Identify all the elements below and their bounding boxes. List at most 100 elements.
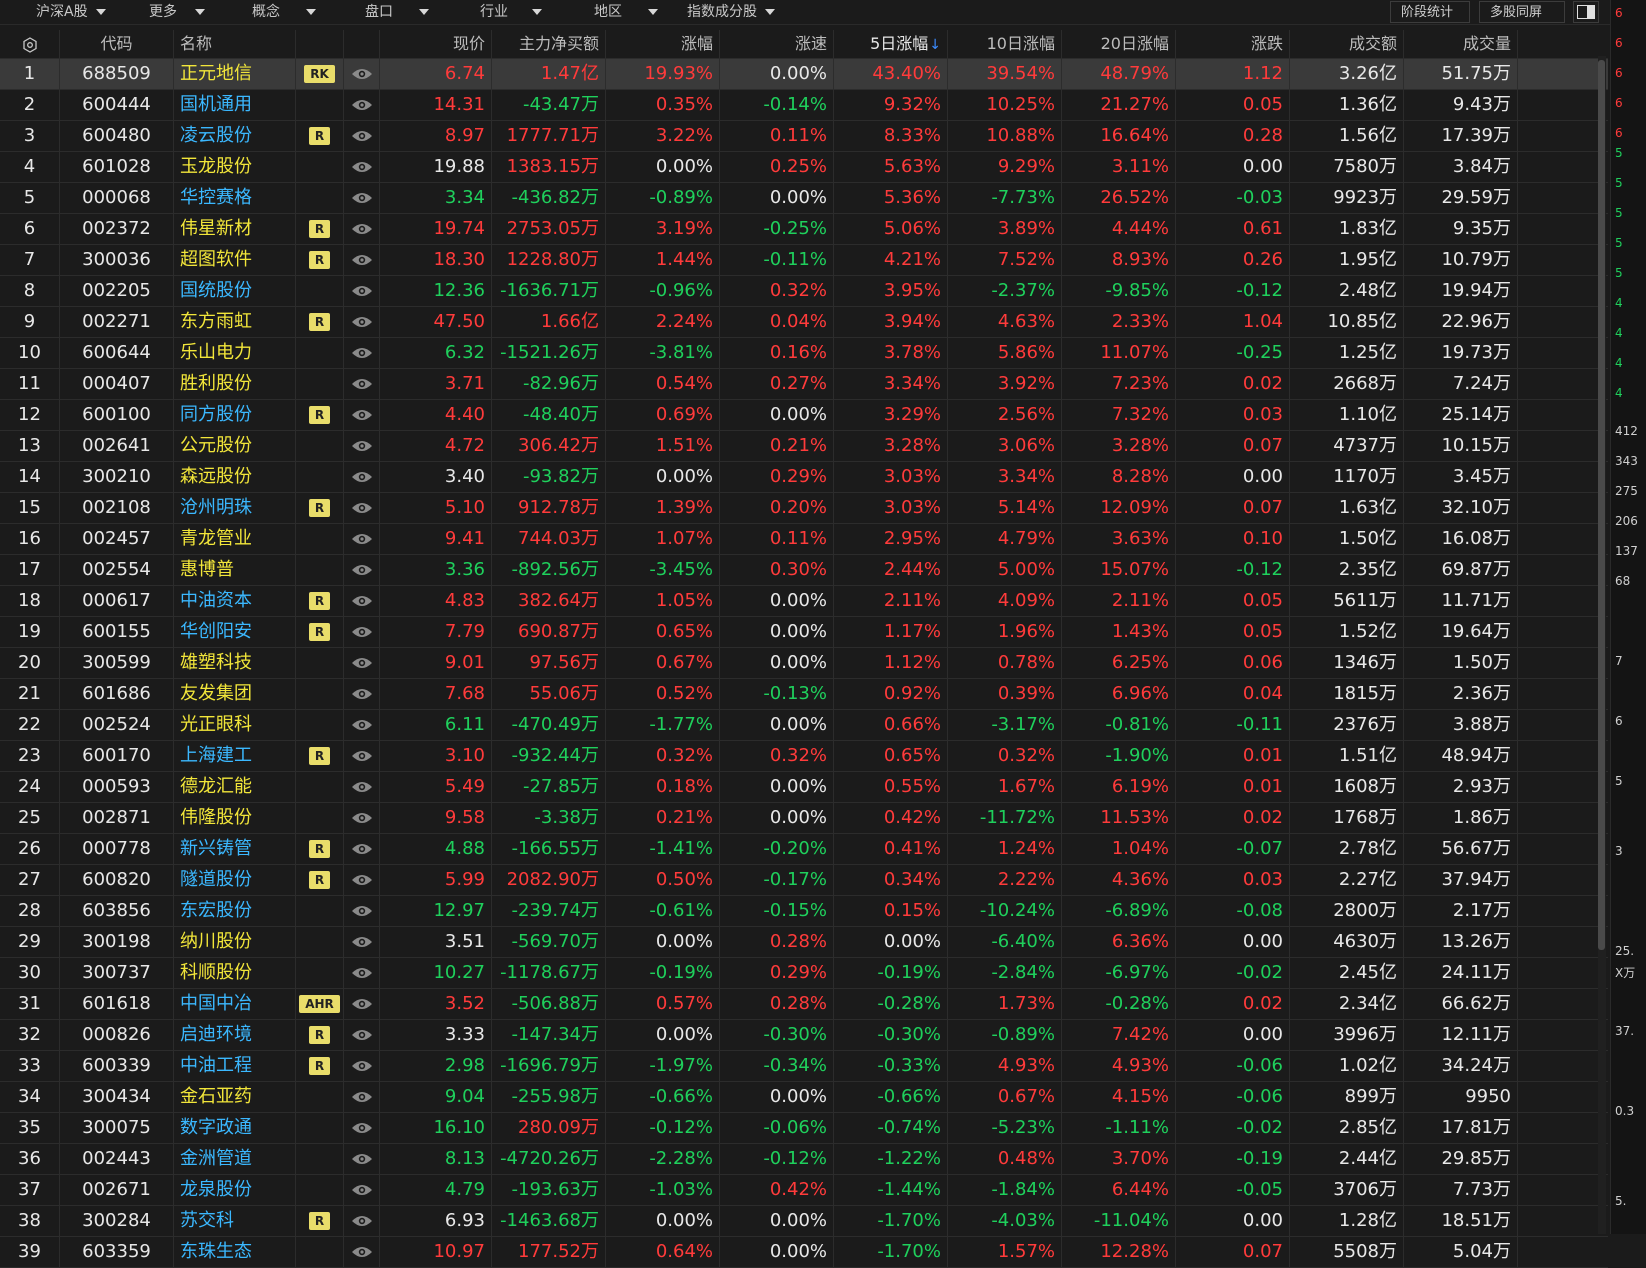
table-row[interactable]: 10 600644 乐山电力 6.32 -1521.26万 -3.81% 0.16% 3.78… (0, 338, 1608, 369)
table-row[interactable]: 37 002671 龙泉股份 4.79 -193.63万 -1.03% 0.42% -1.44… (0, 1175, 1608, 1206)
table-row[interactable]: 9 002271 东方雨虹 47.50 1.66亿 2.24% 0.04% 3.94% 4.63… (0, 307, 1608, 338)
eye-icon[interactable] (351, 1152, 373, 1166)
region-dropdown[interactable]: 地区 (594, 0, 658, 24)
table-row[interactable]: 14 300210 森远股份 3.40 -93.82万 0.00% 0.29% 3.03% 3.… (0, 462, 1608, 493)
eye-icon[interactable] (351, 1028, 373, 1042)
table-row[interactable]: 11 000407 胜利股份 3.71 -82.96万 0.54% 0.27% 3.34% 3.… (0, 369, 1608, 400)
eye-icon[interactable] (351, 842, 373, 856)
header-10day-change[interactable]: 10日涨幅 (948, 30, 1062, 58)
margin-badge[interactable]: R (308, 1212, 331, 1230)
table-row[interactable]: 24 000593 德龙汇能 5.49 -27.85万 0.18% 0.00% 0.55% 1.… (0, 772, 1608, 803)
concept-dropdown[interactable]: 概念 (252, 0, 316, 24)
eye-icon[interactable] (351, 594, 373, 608)
table-row[interactable]: 29 300198 纳川股份 3.51 -569.70万 0.00% 0.28% 0.00% -… (0, 927, 1608, 958)
eye-icon[interactable] (351, 811, 373, 825)
table-row[interactable]: 3 600480 凌云股份 8.97 1777.71万 3.22% 0.11% 8.33% 10… (0, 121, 1608, 152)
eye-icon[interactable] (351, 656, 373, 670)
header-main-net-buy[interactable]: 主力净买额 (492, 30, 606, 58)
toggle-side-panel-button[interactable] (1573, 1, 1599, 23)
eye-icon[interactable] (351, 1059, 373, 1073)
eye-icon[interactable] (351, 284, 373, 298)
margin-badge[interactable]: R (308, 313, 331, 331)
table-row[interactable]: 27 600820 隧道股份 5.99 2082.90万 0.50% -0.17% 0.34%… (0, 865, 1608, 896)
header-5day-change[interactable]: 5日涨幅↓ (834, 30, 948, 58)
margin-badge[interactable]: AHR (299, 995, 340, 1013)
eye-icon[interactable] (351, 780, 373, 794)
eye-icon[interactable] (351, 160, 373, 174)
market-data-dropdown[interactable]: 盘口 (365, 0, 429, 24)
eye-icon[interactable] (351, 966, 373, 980)
column-settings-icon[interactable] (0, 30, 60, 58)
margin-badge[interactable]: R (308, 623, 331, 641)
table-row[interactable]: 36 002443 金洲管道 8.13 -4720.26万 -2.28% -0.12% -1.… (0, 1144, 1608, 1175)
table-row[interactable]: 8 002205 国统股份 12.36 -1636.71万 -0.96% 0.32% 3.95… (0, 276, 1608, 307)
table-row[interactable]: 4 601028 玉龙股份 19.88 1383.15万 0.00% 0.25% 5.63% 9… (0, 152, 1608, 183)
eye-icon[interactable] (351, 1121, 373, 1135)
multi-stock-view-button[interactable]: 多股同屏 (1479, 1, 1565, 23)
eye-icon[interactable] (351, 718, 373, 732)
header-code[interactable]: 代码 (60, 30, 174, 58)
eye-icon[interactable] (351, 1214, 373, 1228)
margin-badge[interactable]: R (308, 127, 331, 145)
header-volume[interactable]: 成交量 (1404, 30, 1518, 58)
eye-icon[interactable] (351, 377, 373, 391)
market-dropdown[interactable]: 沪深A股 (36, 0, 106, 24)
header-speed[interactable]: 涨速 (720, 30, 834, 58)
eye-icon[interactable] (351, 315, 373, 329)
table-row[interactable]: 20 300599 雄塑科技 9.01 97.56万 0.67% 0.00% 1.12% 0.7… (0, 648, 1608, 679)
table-row[interactable]: 34 300434 金石亚药 9.04 -255.98万 -0.66% 0.00% -0.66… (0, 1082, 1608, 1113)
margin-badge[interactable]: R (308, 747, 331, 765)
eye-icon[interactable] (351, 997, 373, 1011)
index-component-dropdown[interactable]: 指数成分股 (687, 0, 775, 24)
header-turnover[interactable]: 成交额 (1290, 30, 1404, 58)
margin-badge[interactable]: R (308, 251, 331, 269)
header-price[interactable]: 现价 (380, 30, 492, 58)
margin-badge[interactable]: R (308, 592, 331, 610)
table-row[interactable]: 6 002372 伟星新材 19.74 2753.05万 3.19% -0.25% 5.06%… (0, 214, 1608, 245)
eye-icon[interactable] (351, 1245, 373, 1259)
table-row[interactable]: 17 002554 惠博普 3.36 -892.56万 -3.45% 0.30% 2.44% 5… (0, 555, 1608, 586)
table-row[interactable]: 33 600339 中油工程 2.98 -1696.79万 -1.97% -0.34% -0.… (0, 1051, 1608, 1082)
table-row[interactable]: 21 601686 友发集团 7.68 55.06万 0.52% -0.13% 0.92% 0.… (0, 679, 1608, 710)
eye-icon[interactable] (351, 935, 373, 949)
table-row[interactable]: 7 300036 超图软件 18.30 1228.80万 1.44% -0.11% 4.21%… (0, 245, 1608, 276)
industry-dropdown[interactable]: 行业 (480, 0, 542, 24)
table-row[interactable]: 2 600444 国机通用 14.31 -43.47万 0.35% -0.14% 9.32% 1… (0, 90, 1608, 121)
eye-icon[interactable] (351, 253, 373, 267)
header-change-amount[interactable]: 涨跌 (1176, 30, 1290, 58)
eye-icon[interactable] (351, 129, 373, 143)
eye-icon[interactable] (351, 687, 373, 701)
eye-icon[interactable] (351, 408, 373, 422)
margin-badge[interactable]: R (308, 871, 331, 889)
table-row[interactable]: 1 688509 正元地信 6.74 1.47亿 19.93% 0.00% 43.40% 39.… (0, 59, 1608, 90)
table-row[interactable]: 38 300284 苏交科 6.93 -1463.68万 0.00% 0.00% -1.70%… (0, 1206, 1608, 1237)
header-change-pct[interactable]: 涨幅 (606, 30, 720, 58)
table-row[interactable]: 25 002871 伟隆股份 9.58 -3.38万 0.21% 0.00% 0.42% -11… (0, 803, 1608, 834)
eye-icon[interactable] (351, 67, 373, 81)
table-row[interactable]: 19 600155 华创阳安 7.79 690.87万 0.65% 0.00% 1.17% 1.… (0, 617, 1608, 648)
eye-icon[interactable] (351, 749, 373, 763)
eye-icon[interactable] (351, 563, 373, 577)
header-name[interactable]: 名称 (174, 30, 296, 58)
eye-icon[interactable] (351, 191, 373, 205)
margin-badge[interactable]: R (308, 220, 331, 238)
table-row[interactable]: 31 601618 中国中冶 3.52 -506.88万 0.57% 0.28% -0.28%… (0, 989, 1608, 1020)
eye-icon[interactable] (351, 532, 373, 546)
more-dropdown[interactable]: 更多 (149, 0, 205, 24)
table-row[interactable]: 32 000826 启迪环境 3.33 -147.34万 0.00% -0.30% -0.30… (0, 1020, 1608, 1051)
margin-badge[interactable]: R (308, 499, 331, 517)
eye-icon[interactable] (351, 346, 373, 360)
scrollbar-thumb[interactable] (1598, 60, 1605, 950)
table-row[interactable]: 35 300075 数字政通 16.10 280.09万 -0.12% -0.06% -0.7… (0, 1113, 1608, 1144)
table-row[interactable]: 26 000778 新兴铸管 4.88 -166.55万 -1.41% -0.20% 0.41… (0, 834, 1608, 865)
table-row[interactable]: 18 000617 中油资本 4.83 382.64万 1.05% 0.00% 2.11% 4.… (0, 586, 1608, 617)
table-row[interactable]: 5 000068 华控赛格 3.34 -436.82万 -0.89% 0.00% 5.36% -… (0, 183, 1608, 214)
eye-icon[interactable] (351, 625, 373, 639)
margin-badge[interactable]: R (308, 406, 331, 424)
stage-statistics-button[interactable]: 阶段统计 (1390, 1, 1470, 23)
margin-badge[interactable]: R (308, 1026, 331, 1044)
table-row[interactable]: 30 300737 科顺股份 10.27 -1178.67万 -0.19% 0.29% -0.… (0, 958, 1608, 989)
eye-icon[interactable] (351, 873, 373, 887)
table-row[interactable]: 23 600170 上海建工 3.10 -932.44万 0.32% 0.32% 0.65% 0… (0, 741, 1608, 772)
margin-badge[interactable]: RK (304, 65, 335, 83)
